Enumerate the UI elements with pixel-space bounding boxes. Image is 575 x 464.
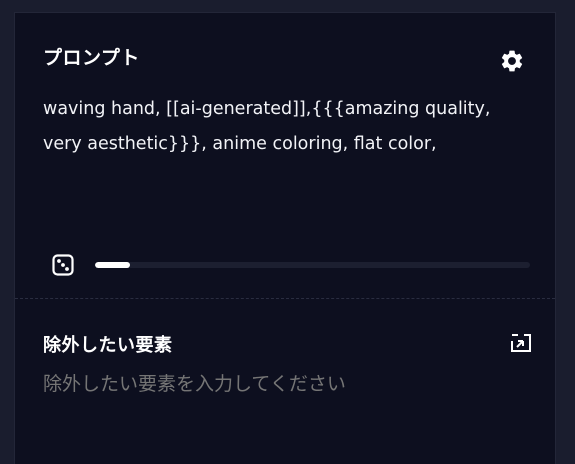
prompt-title: プロンプト (43, 47, 140, 69)
token-usage-bar (95, 262, 530, 268)
prompt-text[interactable]: waving hand, [[ai-generated]],{{{amazing… (43, 92, 513, 162)
section-divider (15, 298, 555, 299)
negative-input[interactable] (43, 373, 523, 395)
gear-icon[interactable] (499, 48, 525, 74)
clear-negative-icon[interactable] (509, 331, 533, 355)
dice-icon[interactable] (51, 253, 75, 277)
token-usage-fill (95, 262, 130, 268)
prompt-panel: プロンプト waving hand, [[ai-generated]],{{{a… (14, 12, 556, 464)
negative-title: 除外したい要素 (43, 335, 173, 356)
